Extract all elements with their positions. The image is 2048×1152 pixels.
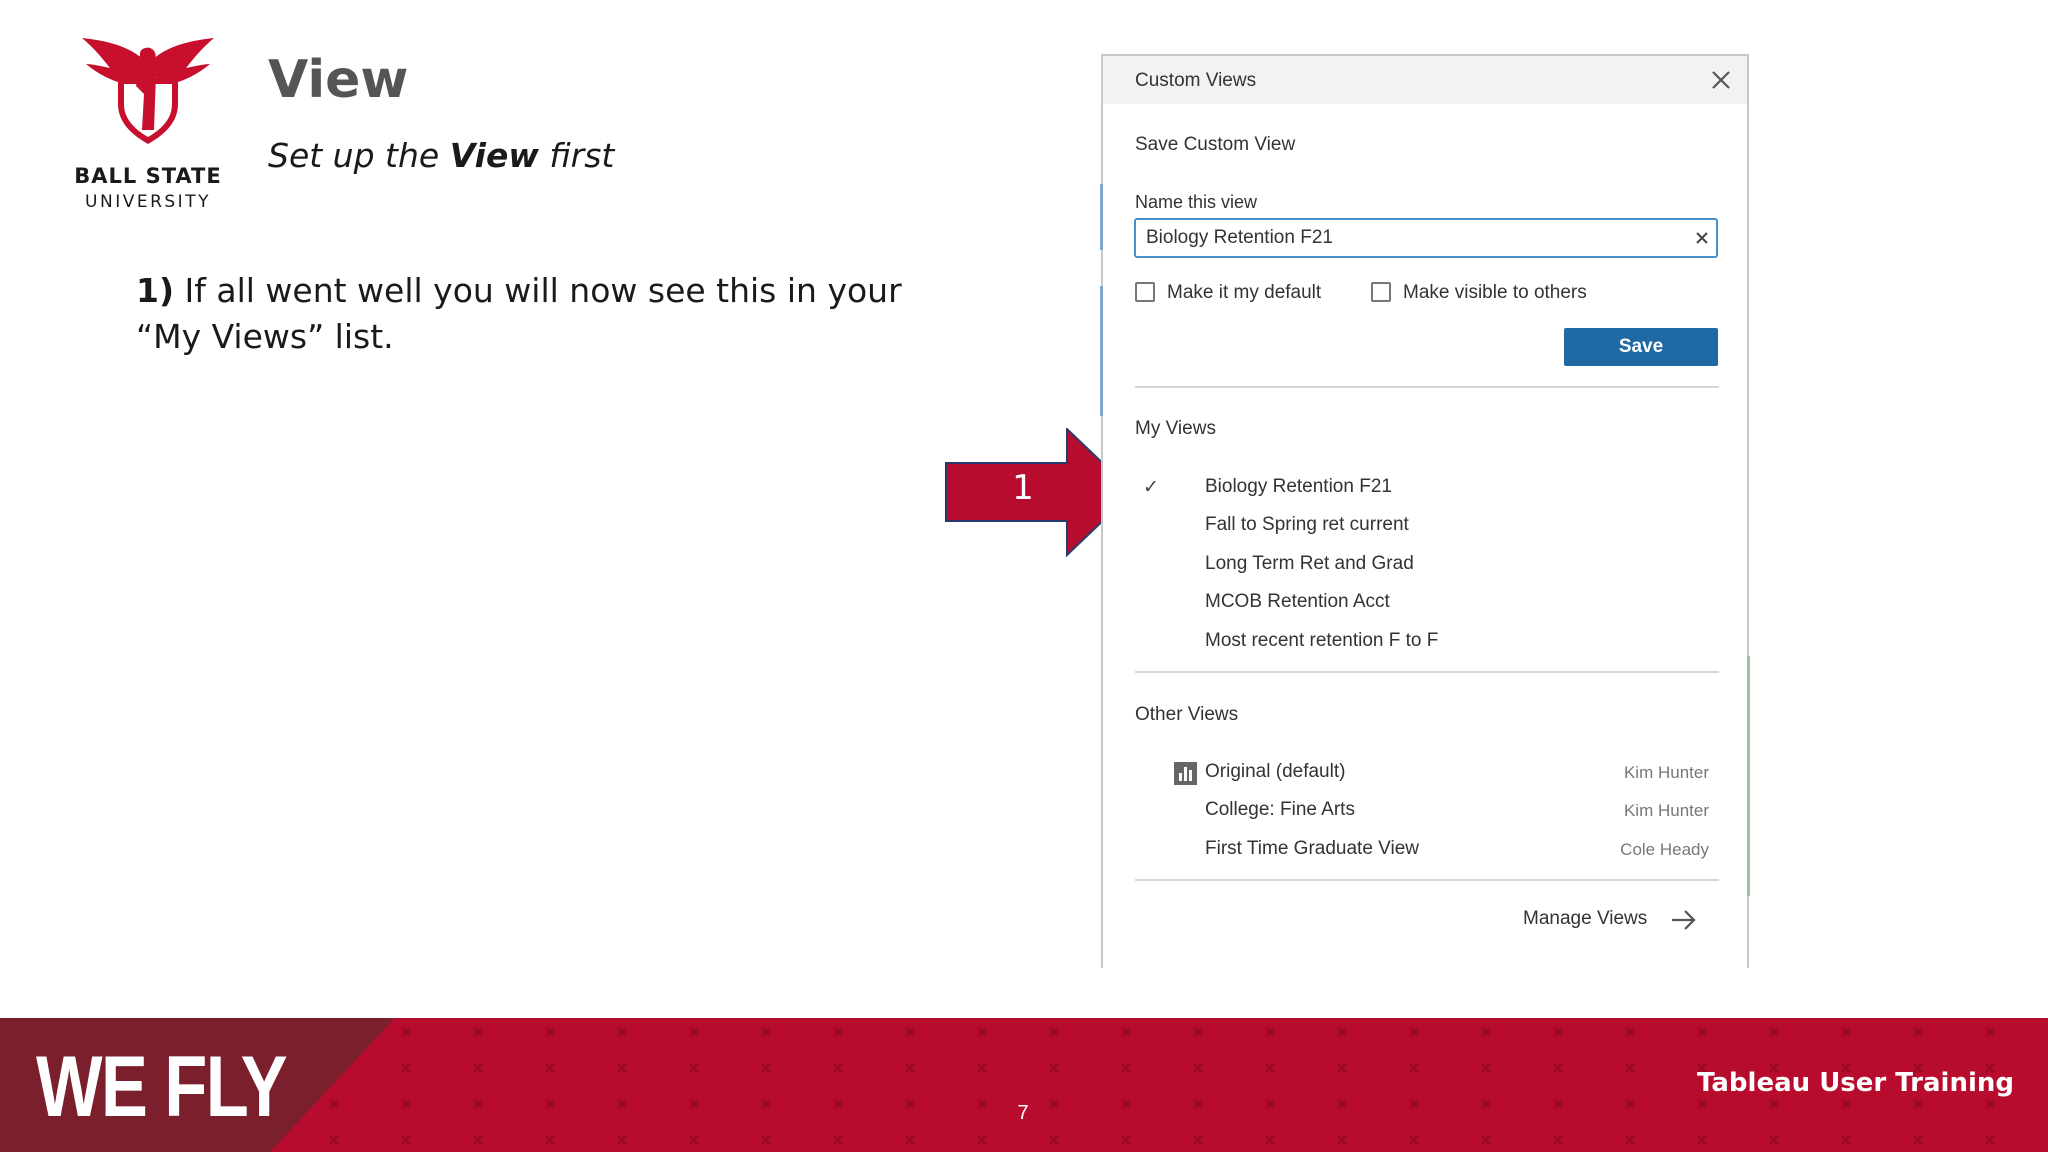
page-number: 7 bbox=[1017, 1102, 1029, 1124]
we-fly-brand: WE FLY bbox=[36, 1039, 288, 1135]
close-icon[interactable] bbox=[1709, 68, 1733, 92]
view-owner: Cole Heady bbox=[1620, 840, 1709, 859]
subtitle-post: first bbox=[538, 136, 615, 175]
other-view-item[interactable]: College: Fine Arts bbox=[1205, 799, 1355, 821]
subtitle-bold: View bbox=[449, 136, 539, 175]
make-visible-label: Make visible to others bbox=[1403, 282, 1587, 303]
clear-input-icon[interactable] bbox=[1691, 227, 1713, 249]
left-edge-strip bbox=[1100, 286, 1103, 416]
ball-state-logo: BALL STATE UNIVERSITY bbox=[68, 34, 228, 214]
step-number: 1) bbox=[136, 271, 175, 310]
other-view-item[interactable]: First Time Graduate View bbox=[1205, 838, 1419, 860]
logo-text-university: UNIVERSITY bbox=[85, 192, 211, 212]
make-default-label: Make it my default bbox=[1167, 282, 1322, 303]
section-divider bbox=[1135, 671, 1719, 673]
other-view-item[interactable]: Original (default) bbox=[1205, 761, 1345, 783]
selected-check-icon: ✓ bbox=[1143, 477, 1159, 498]
save-custom-view-heading: Save Custom View bbox=[1135, 134, 1296, 155]
subtitle-pre: Set up the bbox=[268, 136, 450, 175]
my-view-item[interactable]: Fall to Spring ret current bbox=[1205, 514, 1409, 536]
arrow-right-icon[interactable] bbox=[1669, 906, 1699, 934]
step-text: If all went well you will now see this i… bbox=[136, 271, 902, 356]
view-owner: Kim Hunter bbox=[1623, 801, 1709, 820]
bar-chart-icon bbox=[1174, 762, 1197, 785]
dialog-header: Custom Views bbox=[1103, 56, 1747, 104]
left-edge-strip bbox=[1100, 184, 1103, 250]
step-instruction: 1) If all went well you will now see thi… bbox=[136, 268, 956, 360]
my-view-item[interactable]: Biology Retention F21 bbox=[1205, 476, 1392, 498]
logo-text-ball-state: BALL STATE bbox=[74, 164, 222, 188]
section-divider bbox=[1135, 879, 1719, 881]
footer-course-title: Tableau User Training bbox=[1697, 1068, 2014, 1098]
cardinal-logo-icon bbox=[82, 38, 214, 144]
callout-arrow-label: 1 bbox=[1012, 468, 1034, 508]
footer-banner: WE FLY 7 Tableau User Training bbox=[0, 1018, 2048, 1152]
custom-views-dialog: Custom Views Save Custom View Name this … bbox=[1100, 54, 1750, 968]
slide-title: View bbox=[268, 50, 409, 110]
section-divider bbox=[1135, 386, 1719, 388]
view-owner: Kim Hunter bbox=[1623, 763, 1709, 782]
slide-subtitle: Set up the View first bbox=[268, 136, 614, 175]
manage-views-link[interactable]: Manage Views bbox=[1523, 908, 1647, 930]
my-view-item[interactable]: Most recent retention F to F bbox=[1205, 630, 1438, 652]
my-view-item[interactable]: MCOB Retention Acct bbox=[1205, 591, 1390, 613]
make-default-checkbox[interactable] bbox=[1135, 282, 1155, 302]
save-button[interactable]: Save bbox=[1564, 328, 1718, 366]
view-name-input[interactable] bbox=[1134, 218, 1718, 258]
my-views-heading: My Views bbox=[1135, 418, 1216, 439]
make-visible-checkbox[interactable] bbox=[1371, 282, 1391, 302]
my-view-item[interactable]: Long Term Ret and Grad bbox=[1205, 553, 1414, 575]
other-views-heading: Other Views bbox=[1135, 704, 1239, 725]
name-view-label: Name this view bbox=[1135, 192, 1258, 212]
right-edge-strip bbox=[1747, 656, 1750, 896]
dialog-title: Custom Views bbox=[1135, 70, 1257, 91]
